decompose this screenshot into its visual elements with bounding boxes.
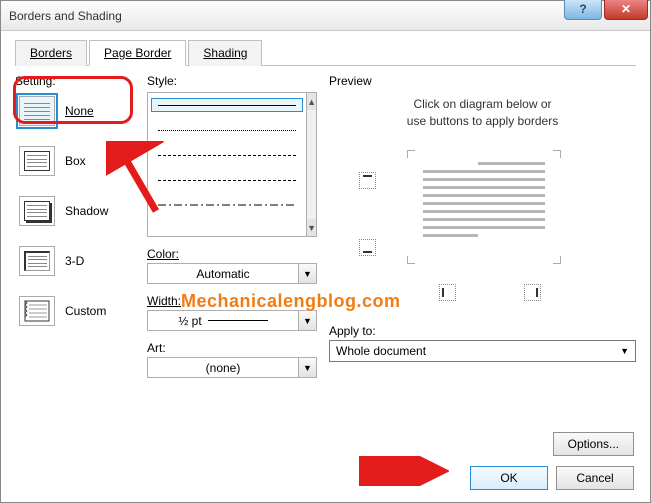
apply-to-label: Apply to: — [329, 324, 636, 338]
width-value: ½ pt — [178, 314, 201, 328]
tab-bar: Borders Page Border Shading — [15, 39, 636, 66]
chevron-down-icon: ▼ — [620, 346, 629, 356]
scroll-down-icon[interactable]: ▼ — [307, 219, 316, 236]
art-value: (none) — [206, 361, 241, 375]
setting-custom[interactable]: Custom — [15, 292, 135, 330]
line-style-dashdot[interactable] — [152, 199, 302, 211]
style-list[interactable] — [147, 92, 306, 237]
line-style-dashed-fine[interactable] — [152, 149, 302, 161]
preview-label: Preview — [329, 74, 636, 88]
chevron-down-icon[interactable]: ▼ — [299, 357, 317, 378]
options-button[interactable]: Options... — [553, 432, 634, 456]
preview-area — [329, 144, 636, 314]
shadow-icon — [19, 196, 55, 226]
titlebar: Borders and Shading ? ✕ — [1, 1, 650, 31]
border-bottom-button[interactable] — [359, 239, 376, 256]
setting-item-label: 3-D — [65, 254, 84, 268]
border-right-button[interactable] — [524, 284, 541, 301]
setting-box[interactable]: Box — [15, 142, 135, 180]
style-label: Style: — [147, 74, 317, 88]
line-style-dotted[interactable] — [152, 124, 302, 136]
ok-button[interactable]: OK — [470, 466, 548, 490]
threed-icon — [19, 246, 55, 276]
preview-page[interactable] — [409, 152, 559, 262]
preview-column: Preview Click on diagram below oruse but… — [329, 74, 636, 378]
preview-hint: Click on diagram below oruse buttons to … — [329, 96, 636, 130]
chevron-down-icon[interactable]: ▼ — [299, 263, 317, 284]
box-icon — [19, 146, 55, 176]
apply-to-dropdown[interactable]: Whole document ▼ — [329, 340, 636, 362]
scroll-up-icon[interactable]: ▲ — [307, 93, 316, 110]
setting-3d[interactable]: 3-D — [15, 242, 135, 280]
tab-page-border[interactable]: Page Border — [89, 40, 186, 66]
width-dropdown[interactable]: ½ pt ▼ — [147, 310, 317, 331]
close-button[interactable]: ✕ — [604, 0, 648, 20]
setting-item-label: Custom — [65, 304, 106, 318]
line-style-solid[interactable] — [152, 99, 302, 111]
setting-shadow[interactable]: Shadow — [15, 192, 135, 230]
setting-item-label: Box — [65, 154, 86, 168]
line-style-dashed[interactable] — [152, 174, 302, 186]
custom-icon — [19, 296, 55, 326]
color-value: Automatic — [196, 267, 249, 281]
art-dropdown[interactable]: (none) ▼ — [147, 357, 317, 378]
color-label: Color: — [147, 247, 317, 261]
apply-to-value: Whole document — [336, 344, 426, 358]
tab-shading[interactable]: Shading — [188, 40, 262, 66]
chevron-down-icon[interactable]: ▼ — [299, 310, 317, 331]
art-label: Art: — [147, 341, 317, 355]
border-left-button[interactable] — [439, 284, 456, 301]
style-column: Style: ▲ ▼ Color: Aut — [147, 74, 317, 378]
tab-borders[interactable]: Borders — [15, 40, 87, 66]
help-button[interactable]: ? — [564, 0, 602, 20]
color-dropdown[interactable]: Automatic ▼ — [147, 263, 317, 284]
border-top-button[interactable] — [359, 172, 376, 189]
window-title: Borders and Shading — [9, 9, 122, 23]
annotation-arrow-icon — [359, 456, 449, 486]
style-scrollbar[interactable]: ▲ ▼ — [306, 92, 317, 237]
borders-shading-dialog: Borders and Shading ? ✕ Borders Page Bor… — [0, 0, 651, 503]
setting-column: Setting: None Box — [15, 74, 135, 378]
none-icon — [19, 96, 55, 126]
setting-none[interactable]: None — [15, 92, 135, 130]
setting-label: Setting: — [15, 74, 135, 88]
cancel-button[interactable]: Cancel — [556, 466, 634, 490]
setting-item-label: None — [65, 104, 94, 118]
setting-item-label: Shadow — [65, 204, 108, 218]
watermark-text: Mechanicalengblog.com — [181, 291, 401, 312]
